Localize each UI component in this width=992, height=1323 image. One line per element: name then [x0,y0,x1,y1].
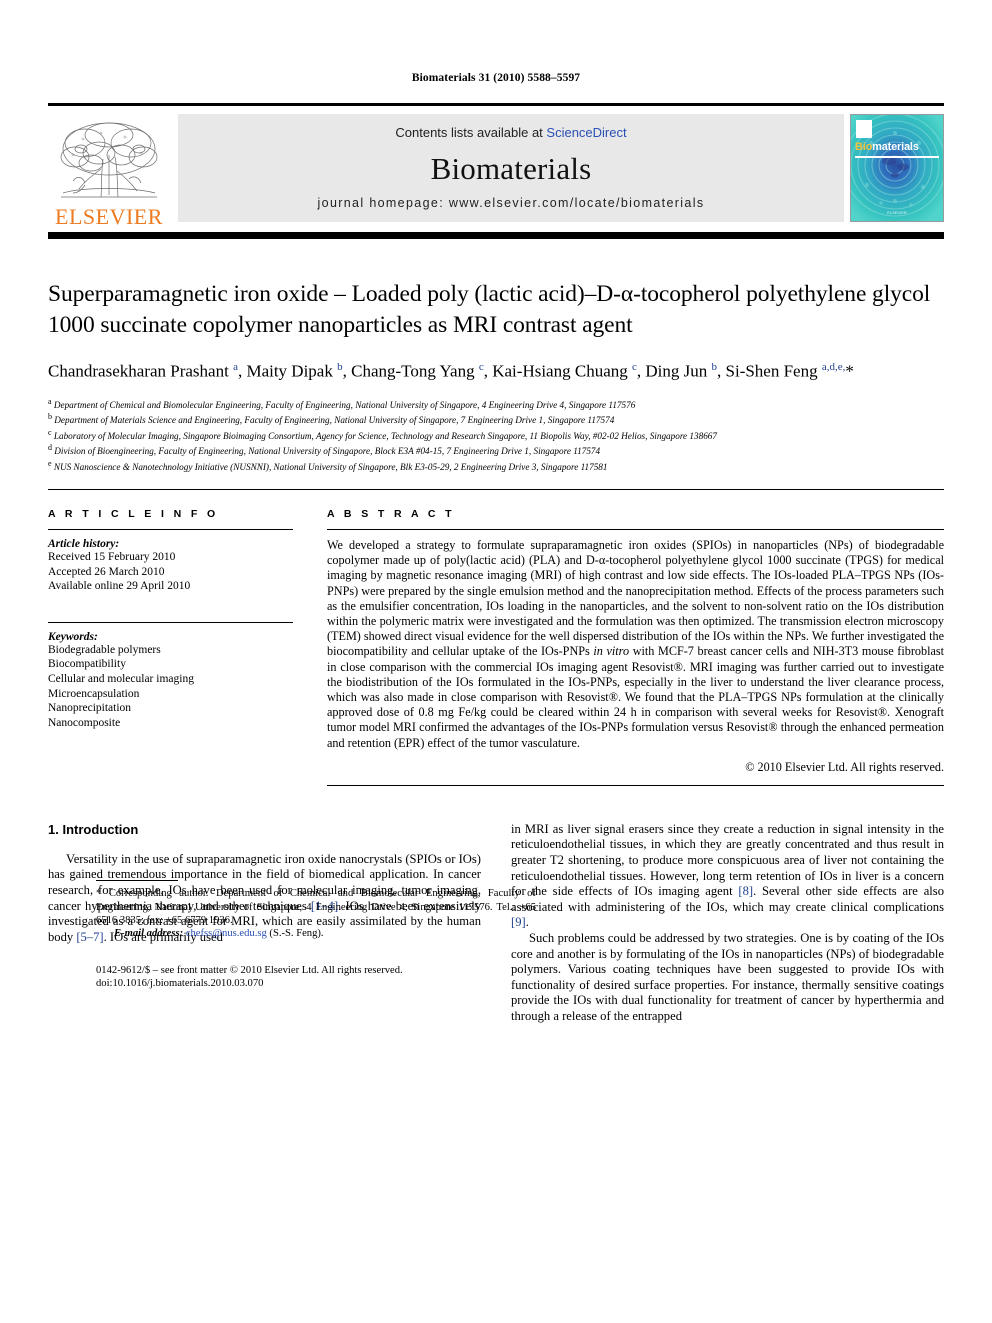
article-info-heading: A R T I C L E I N F O [48,508,219,520]
intro-paragraph-right-2: Such problems could be addressed by two … [511,931,944,1023]
article-history-list: Received 15 February 2010 Accepted 26 Ma… [48,550,293,594]
body-column-right: in MRI as liver signal erasers since the… [511,822,944,1025]
keywords-list: Biodegradable polymers Biocompatibility … [48,643,293,731]
running-head: Biomaterials 31 (2010) 5588–5597 [411,72,581,84]
abstract-heading: A B S T R A C T [327,508,455,520]
abstract-bottom-rule [327,784,944,786]
cover-footer-text: ELSEVIER [887,210,907,215]
paper-title: Superparamagnetic iron oxide – Loaded po… [48,281,931,338]
citation-9[interactable]: [9] [511,915,526,929]
journal-cover-thumbnail: Biomaterials ELSEVIER [850,114,944,222]
article-info-column: A R T I C L E I N F O Article history: R… [48,508,293,786]
elsevier-wordmark: ELSEVIER [55,204,163,229]
title-bottom-rule [48,489,944,490]
intro-paragraph-right-1: in MRI as liver signal erasers since the… [511,822,944,931]
doi-line: doi:10.1016/j.biomaterials.2010.03.070 [96,978,264,990]
history-item: Available online 29 April 2010 [48,580,191,593]
abstract-italic-in-vitro: in vitro [593,644,630,659]
cover-elsevier-mark-icon [856,120,872,138]
citation-8[interactable]: [8] [738,884,753,898]
keyword-item: Cellular and molecular imaging [48,672,194,685]
keywords-rule [48,621,293,623]
section-title-introduction: 1. Introduction [48,821,139,837]
keywords-block: Keywords: Biodegradable polymers Biocomp… [48,621,293,731]
keyword-item: Microencapsulation [48,687,140,700]
abstract-body: We developed a strategy to formulate sup… [327,538,944,751]
title-block: Superparamagnetic iron oxide – Loaded po… [48,279,944,473]
affiliation-e: e NUS Nanoscience & Nanotechnology Initi… [48,458,608,472]
affiliation-d: d Division of Bioengineering, Faculty of… [48,443,601,457]
cover-underline-rule [855,156,939,158]
abstract-column: A B S T R A C T We developed a strategy … [327,508,944,786]
cover-brand-bio: Bio [855,141,873,153]
journal-masthead: ELSEVIER Contents lists available at Sci… [48,103,944,230]
article-history-label: Article history: [48,538,120,550]
affiliation-b: b Department of Materials Science and En… [48,412,615,426]
affiliation-c: c Laboratory of Molecular Imaging, Singa… [48,427,717,441]
keywords-label: Keywords: [48,630,98,643]
cover-brandname: Biomaterials [855,141,939,153]
paper-page: Biomaterials 31 (2010) 5588–5597 ELSEVIE… [0,0,992,1323]
author-list: Chandrasekharan Prashant a, Maity Dipak … [48,361,854,381]
history-item: Accepted 26 March 2010 [48,565,165,578]
affiliation-list: a Department of Chemical and Biomolecula… [48,396,944,473]
right-text-c: . [525,915,529,930]
journal-title: Biomaterials [430,151,592,186]
email-link[interactable]: chefss@nus.edu.sg [186,928,267,939]
body-columns: 1. Introduction Versatility in the use o… [48,822,944,1025]
corresponding-text: Corresponding author. Department of Chem… [96,888,536,926]
keyword-item: Biodegradable polymers [48,643,161,656]
contents-prefix: Contents lists available at [395,125,547,140]
abstract-copyright: © 2010 Elsevier Ltd. All rights reserved… [745,759,944,774]
keyword-item: Nanoprecipitation [48,702,132,715]
sciencedirect-link[interactable]: ScienceDirect [546,125,626,140]
footnote-area: * Corresponding author. Department of Ch… [96,880,536,990]
cover-brand-materials: materials [872,141,919,153]
abstract-part-1: We developed a strategy to formulate sup… [327,538,944,659]
issn-doi-block: 0142-9612/$ – see front matter © 2010 El… [96,964,536,990]
keyword-item: Biocompatibility [48,658,126,671]
keyword-item: Nanocomposite [48,716,121,729]
contents-available-line: Contents lists available at ScienceDirec… [395,124,626,142]
masthead-center-panel: Contents lists available at ScienceDirec… [178,114,844,222]
abstract-part-2: with MCF-7 breast cancer cells and NIH-3… [327,644,945,750]
journal-homepage-link[interactable]: journal homepage: www.elsevier.com/locat… [318,196,705,210]
email-suffix: (S.-S. Feng). [266,927,324,939]
email-label: E-mail address: [114,927,184,939]
history-item: Received 15 February 2010 [48,551,176,563]
body-column-left: 1. Introduction Versatility in the use o… [48,821,536,1025]
masthead-bottom-rule [48,232,944,239]
affiliation-a: a Department of Chemical and Biomolecula… [48,396,636,410]
article-info-rule [48,529,293,530]
abstract-rule [327,529,944,530]
issn-line: 0142-9612/$ – see front matter © 2010 El… [96,965,403,977]
elsevier-tree-icon [60,122,158,198]
info-abstract-region: A R T I C L E I N F O Article history: R… [48,508,944,786]
footnote-rule [96,880,178,882]
email-line: E-mail address: chefss@nus.edu.sg (S.-S.… [96,927,536,940]
elsevier-logo: ELSEVIER [48,106,170,230]
corresponding-author-note: * Corresponding author. Department of Ch… [96,887,536,940]
